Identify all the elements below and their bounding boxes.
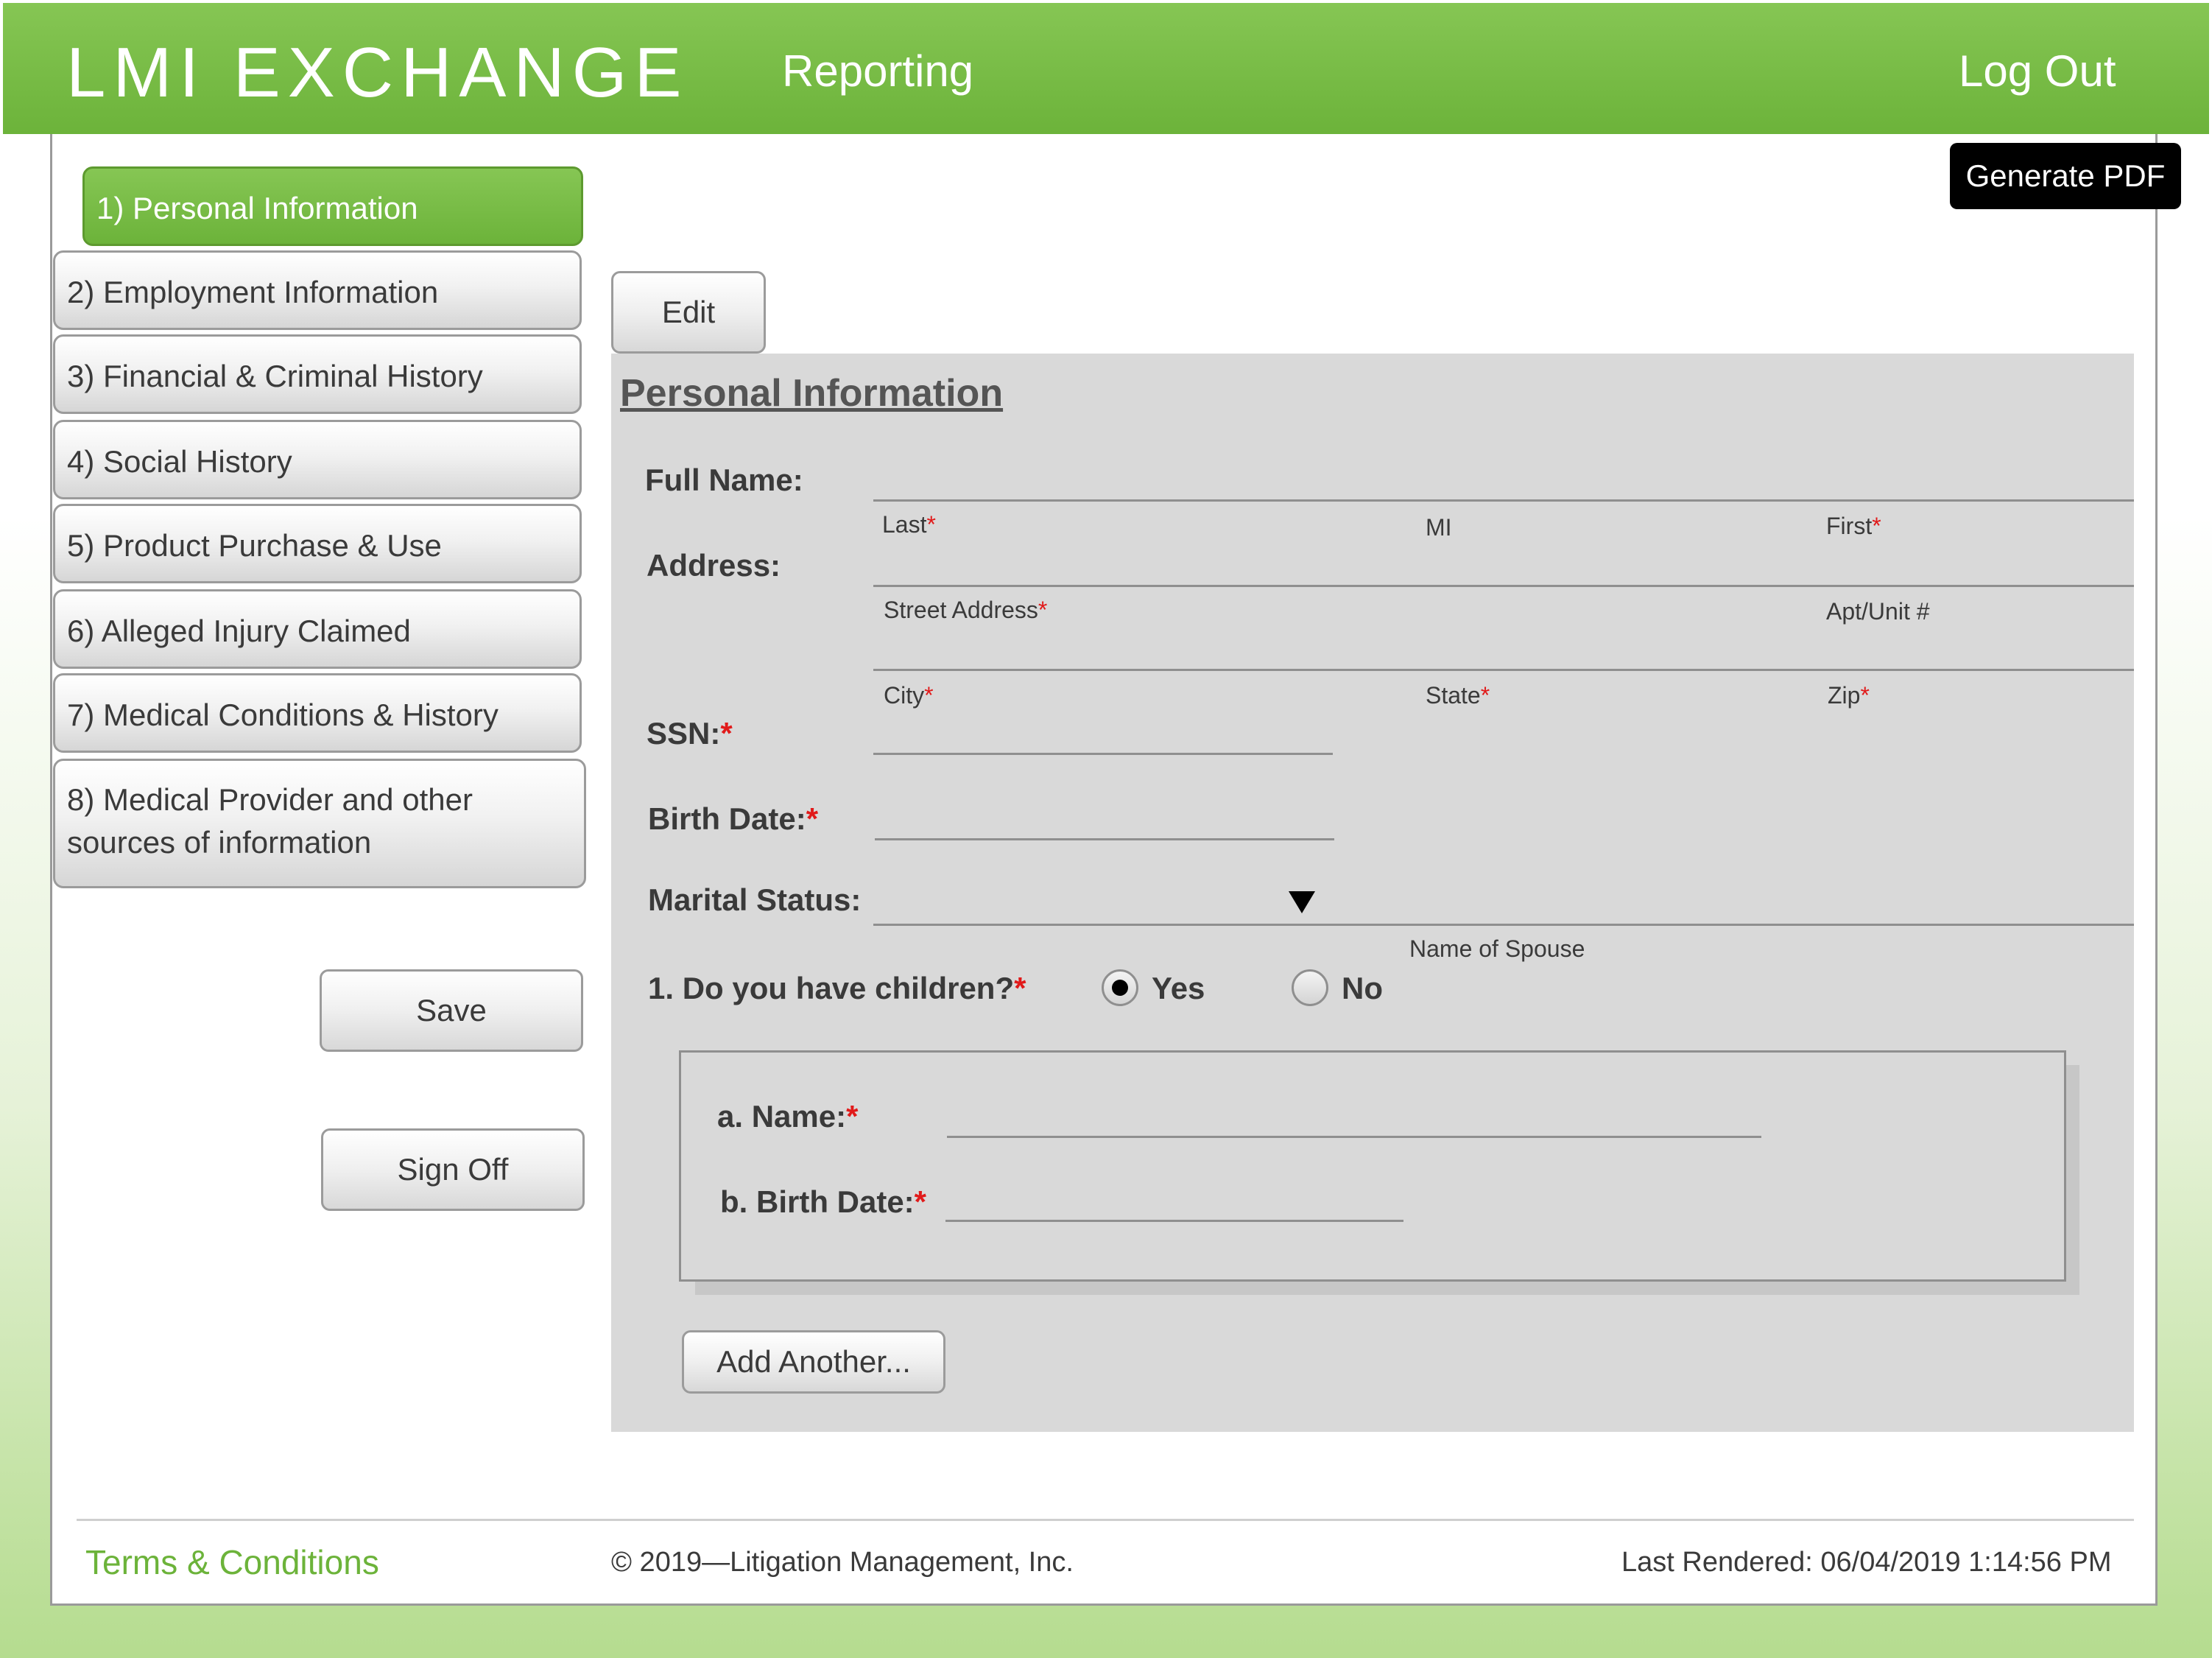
children-question: 1. Do you have children?* [648, 971, 1026, 1005]
generate-pdf-button[interactable]: Generate PDF [1950, 143, 2181, 209]
sidebar-item-product-purchase-use[interactable]: 5) Product Purchase & Use [53, 504, 582, 583]
app-logo: LMI EXCHANGE [66, 33, 689, 112]
children-no-radio[interactable] [1292, 969, 1328, 1006]
last-name-caption: Last* [882, 511, 936, 538]
logout-link[interactable]: Log Out [1959, 46, 2116, 96]
panel-title: Personal Information [620, 372, 1004, 415]
birth-date-input[interactable] [875, 838, 1334, 840]
save-button[interactable]: Save [320, 969, 583, 1052]
dropdown-arrow-icon[interactable] [1289, 891, 1315, 913]
zip-caption: Zip* [1828, 682, 1870, 709]
children-yes-radio[interactable] [1102, 969, 1138, 1006]
ssn-input[interactable] [873, 753, 1333, 755]
app-header: LMI EXCHANGE Reporting Log Out [3, 3, 2209, 134]
marital-status-label: Marital Status: [648, 882, 862, 917]
add-another-button[interactable]: Add Another... [682, 1330, 945, 1394]
child-birth-date-input[interactable] [945, 1220, 1403, 1222]
street-address-caption: Street Address* [884, 597, 1048, 623]
spouse-name-caption: Name of Spouse [1409, 935, 1585, 962]
first-name-caption: First* [1826, 513, 1881, 539]
birth-date-label: Birth Date:* [648, 801, 819, 836]
sidebar-item-financial-criminal-history[interactable]: 3) Financial & Criminal History [53, 334, 582, 414]
sidebar-item-employment-information[interactable]: 2) Employment Information [53, 250, 582, 330]
last-rendered-text: Last Rendered: 06/04/2019 1:14:56 PM [1621, 1547, 2112, 1578]
children-no-label[interactable]: No [1342, 971, 1383, 1006]
sidebar-item-medical-conditions-history[interactable]: 7) Medical Conditions & History [53, 673, 582, 753]
sidebar-item-medical-provider[interactable]: 8) Medical Provider and other sources of… [53, 759, 586, 888]
children-yes-label[interactable]: Yes [1152, 971, 1205, 1006]
full-name-label: Full Name: [645, 463, 803, 497]
child-birth-date-label: b. Birth Date:* [720, 1184, 927, 1219]
radio-selected-dot [1112, 980, 1128, 996]
edit-button[interactable]: Edit [611, 271, 766, 354]
footer-divider [77, 1519, 2134, 1521]
nav-reporting-link[interactable]: Reporting [782, 46, 973, 96]
full-name-input[interactable] [873, 499, 2134, 502]
state-caption: State* [1426, 682, 1490, 709]
marital-status-select[interactable] [873, 881, 1330, 922]
street-address-input[interactable] [873, 585, 2134, 587]
sidebar-item-personal-information[interactable]: 1) Personal Information [82, 166, 583, 246]
sidebar-item-alleged-injury-claimed[interactable]: 6) Alleged Injury Claimed [53, 589, 582, 669]
child-name-label: a. Name:* [717, 1099, 859, 1134]
spouse-name-input[interactable] [873, 924, 2134, 926]
city-state-zip-input[interactable] [873, 669, 2134, 671]
sidebar-item-social-history[interactable]: 4) Social History [53, 420, 582, 499]
address-label: Address: [647, 548, 781, 583]
apt-unit-caption: Apt/Unit # [1826, 598, 1930, 625]
child-name-input[interactable] [947, 1136, 1761, 1138]
mi-caption: MI [1426, 514, 1452, 541]
terms-link[interactable]: Terms & Conditions [85, 1542, 379, 1582]
child-details-box [679, 1050, 2066, 1282]
city-caption: City* [884, 682, 934, 709]
copyright-text: © 2019—Litigation Management, Inc. [611, 1547, 1074, 1578]
sign-off-button[interactable]: Sign Off [321, 1128, 585, 1211]
ssn-label: SSN:* [647, 716, 733, 751]
